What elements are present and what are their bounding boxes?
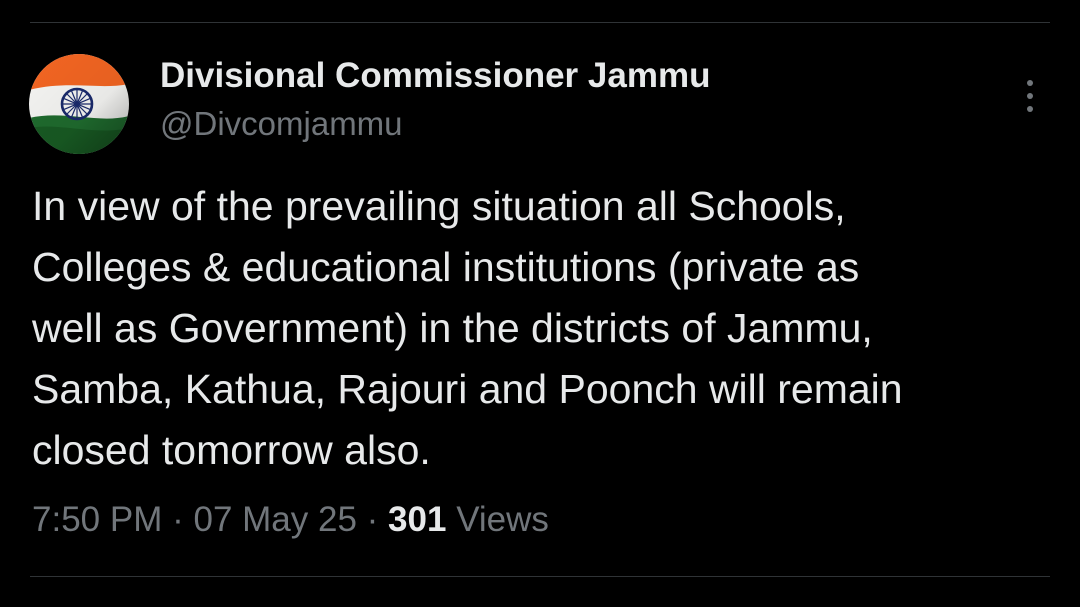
avatar[interactable] [29,54,129,154]
tweet-time[interactable]: 7:50 PM [32,500,162,539]
author-handle[interactable]: @Divcomjammu [160,105,403,143]
tweet-date[interactable]: 07 May 25 [193,500,356,539]
tweet-meta: 7:50 PM · 07 May 25 · 301 Views [32,500,549,540]
views-label: Views [456,500,549,539]
more-dot [1027,80,1033,86]
views-count: 301 [388,500,447,539]
tweet-text: In view of the prevailing situation all … [32,183,903,473]
indian-flag-icon [29,54,129,154]
meta-separator: · [172,500,184,539]
more-icon[interactable] [1014,76,1046,116]
more-dot [1027,93,1033,99]
meta-separator: · [366,500,379,539]
views-link[interactable]: 301 Views [388,500,549,539]
author-name[interactable]: Divisional Commissioner Jammu [160,56,710,96]
more-dot [1027,106,1033,112]
bottom-divider [30,576,1050,577]
top-divider [30,22,1050,23]
